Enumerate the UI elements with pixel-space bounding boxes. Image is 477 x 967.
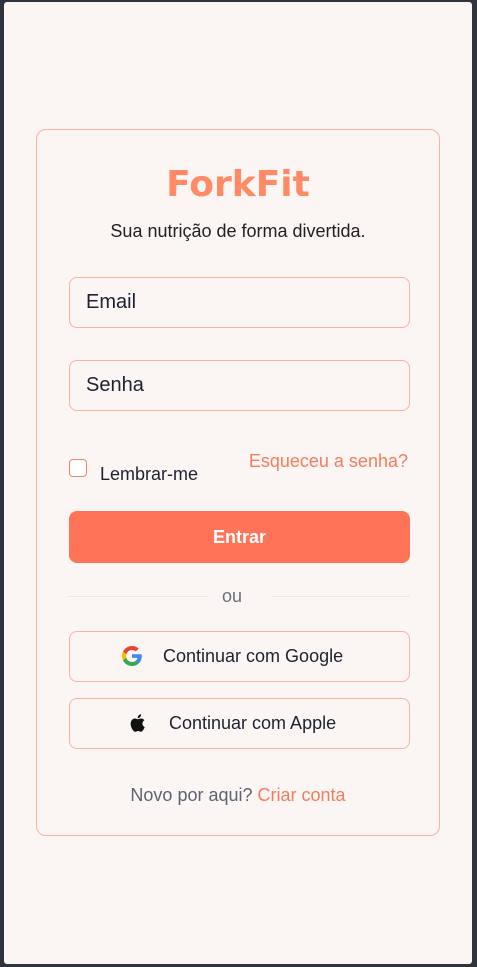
- divider-right: [272, 596, 410, 597]
- tagline: Sua nutrição de forma divertida.: [110, 221, 366, 241]
- google-login-button[interactable]: Continuar com Google: [69, 631, 410, 682]
- email-placeholder: Email: [86, 291, 137, 313]
- phone-screen: ForkFit Sua nutrição de forma divertida.…: [4, 2, 472, 964]
- remember-label: Lembrar-me: [100, 464, 199, 484]
- google-icon: [122, 646, 142, 666]
- brand-title: ForkFit: [166, 164, 310, 205]
- create-account-link[interactable]: Criar conta: [258, 785, 346, 805]
- signup-prompt: Novo por aqui?: [130, 785, 253, 805]
- apple-login-button[interactable]: Continuar com Apple: [69, 698, 410, 749]
- password-field[interactable]: Senha: [69, 360, 410, 411]
- signup-row: Novo por aqui? Criar conta: [37, 785, 439, 806]
- forgot-password-link[interactable]: Esqueceu a senha?: [249, 451, 408, 472]
- login-button[interactable]: Entrar: [69, 511, 410, 563]
- divider-left: [69, 596, 209, 597]
- remember-me[interactable]: Lembrar-me: [69, 450, 198, 485]
- remember-checkbox[interactable]: [69, 458, 87, 477]
- apple-button-label: Continuar com Apple: [169, 713, 337, 733]
- divider-text: ou: [222, 586, 243, 606]
- login-card: ForkFit Sua nutrição de forma divertida.…: [36, 129, 440, 836]
- google-button-label: Continuar com Google: [163, 646, 344, 666]
- password-placeholder: Senha: [86, 374, 144, 396]
- email-field[interactable]: Email: [69, 277, 410, 328]
- apple-icon: [130, 714, 145, 732]
